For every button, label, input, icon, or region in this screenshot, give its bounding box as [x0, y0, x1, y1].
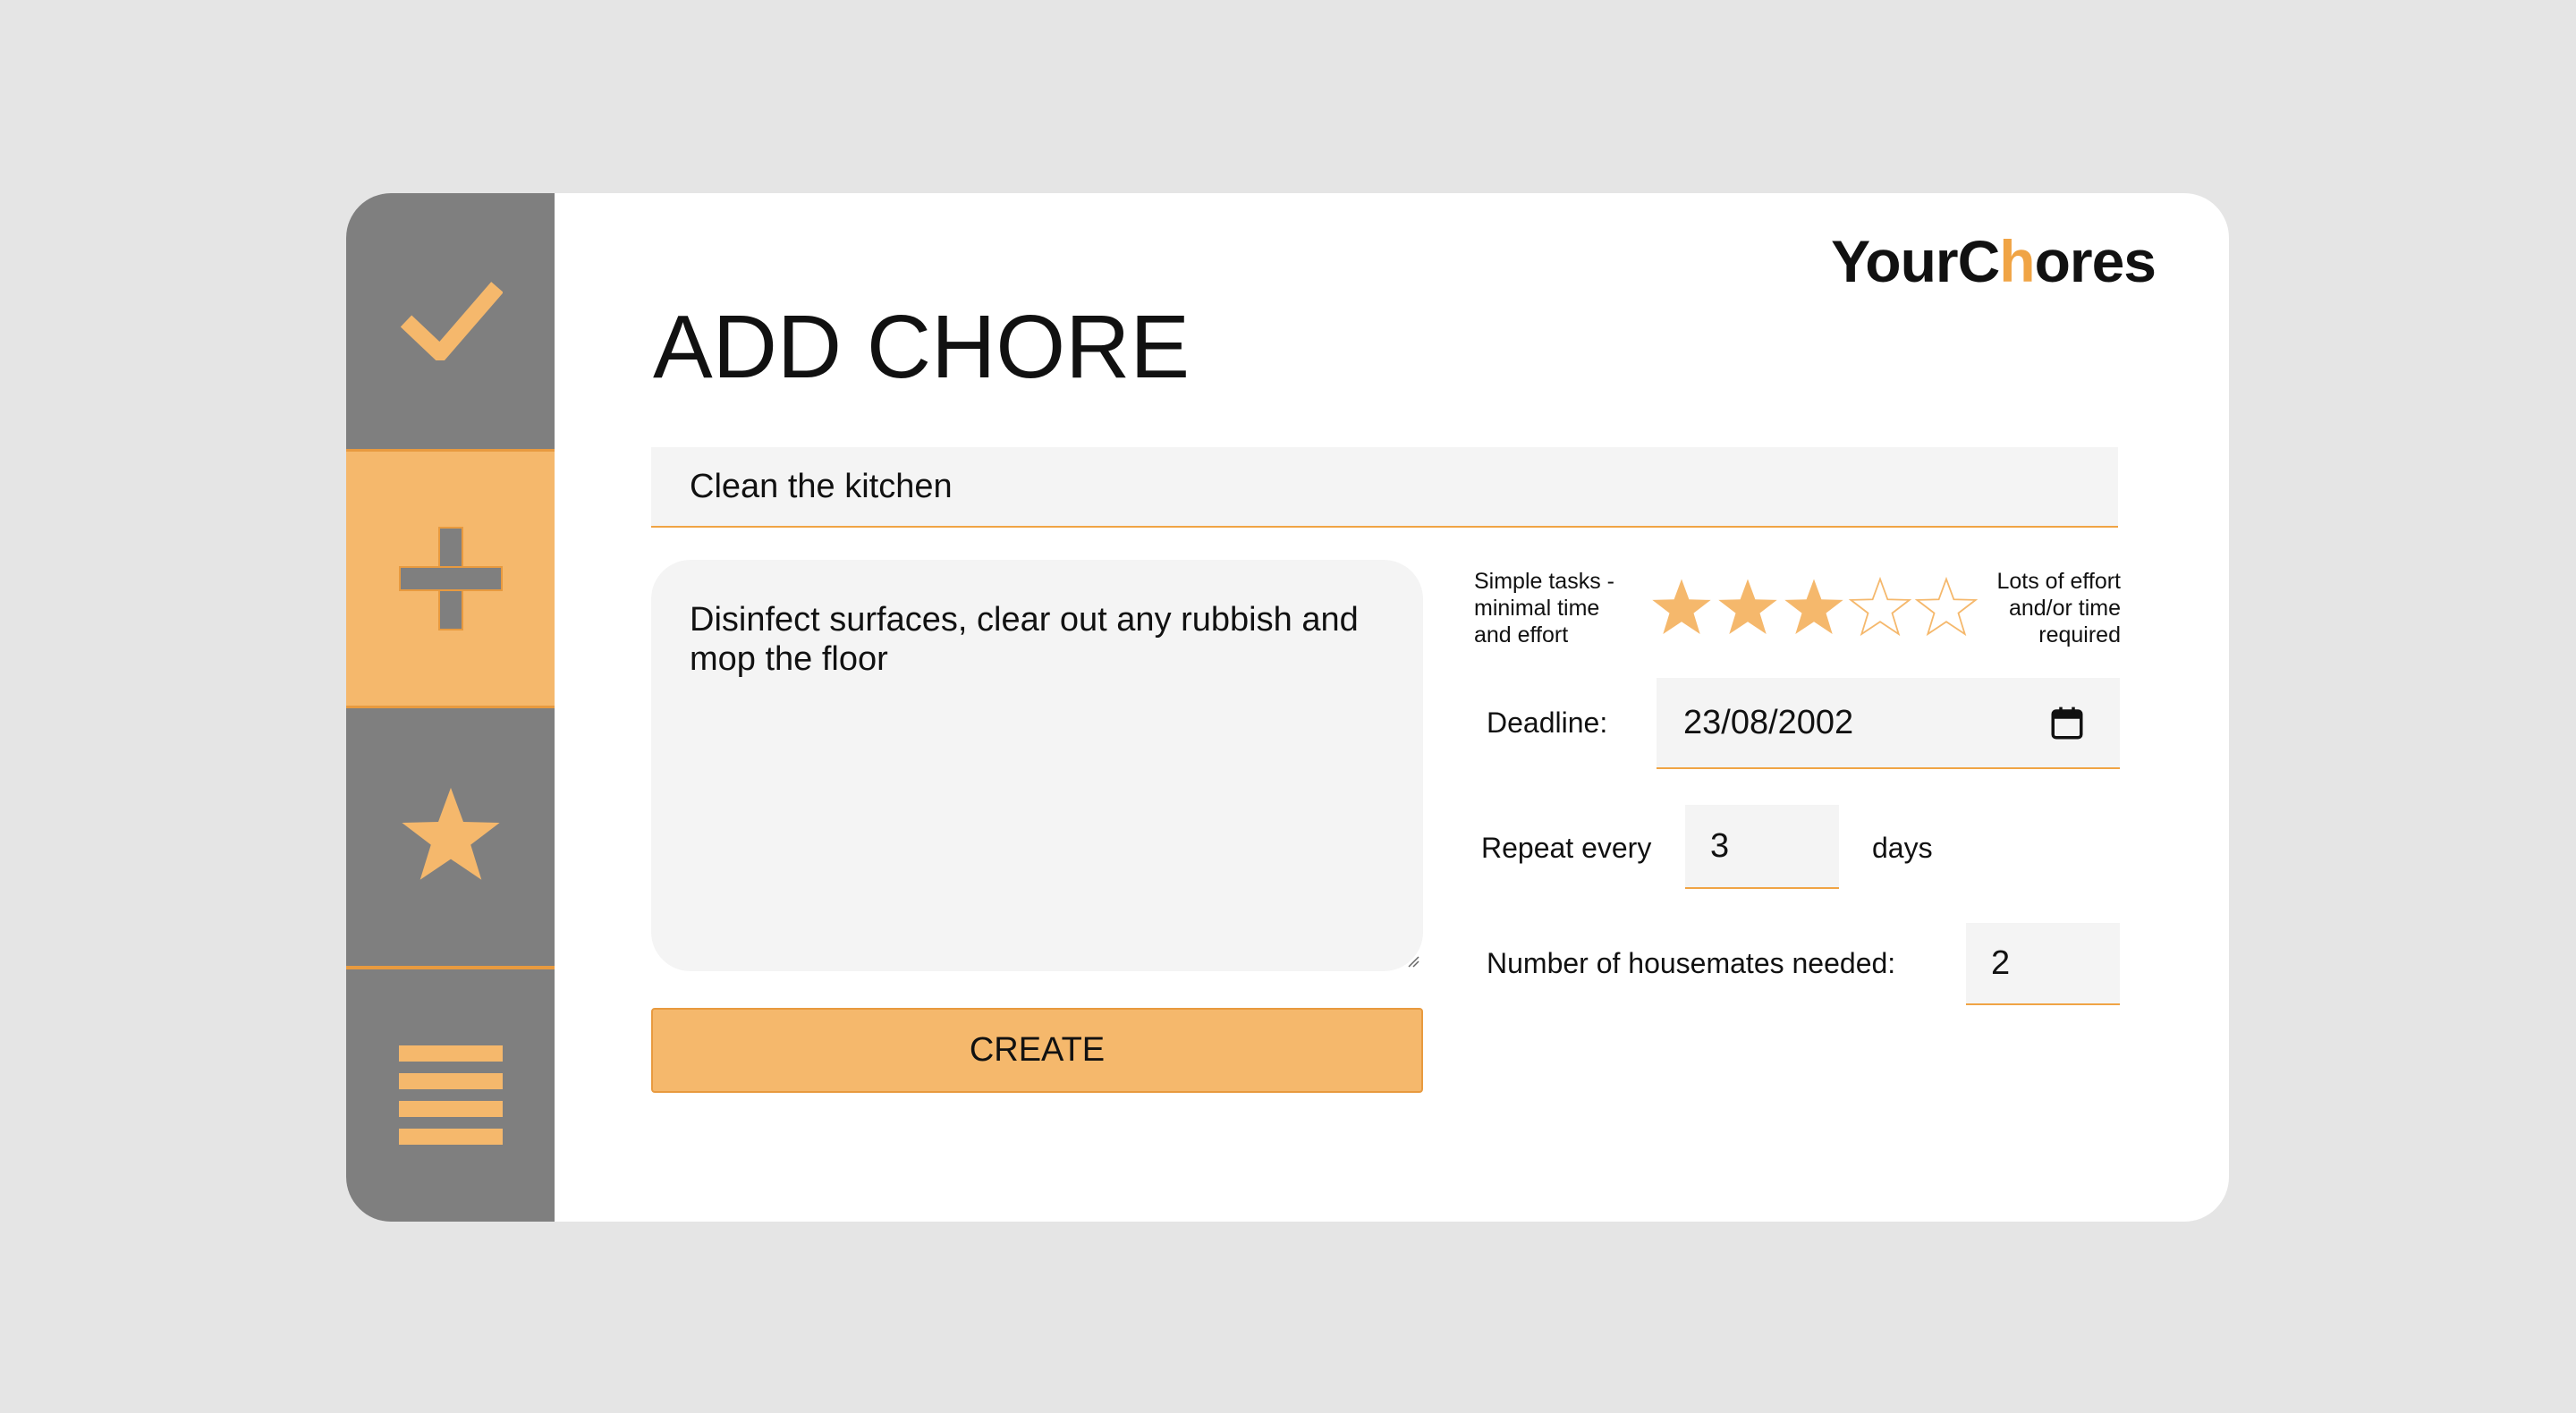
description-text: Disinfect surfaces, clear out any rubbis… [690, 601, 1359, 678]
deadline-date-input[interactable]: 23/08/2002 [1657, 678, 2120, 769]
star-filled-icon[interactable] [1649, 575, 1714, 639]
chore-description-textarea[interactable]: Disinfect surfaces, clear out any rubbis… [651, 560, 1423, 971]
star-empty-icon[interactable] [1848, 575, 1912, 639]
repeat-unit-label: days [1872, 832, 1933, 864]
resize-handle-icon[interactable] [1407, 955, 1419, 968]
chore-name-input[interactable]: Clean the kitchen [651, 447, 2118, 528]
sidebar-item-list[interactable] [346, 966, 555, 1222]
star-filled-icon[interactable] [1782, 575, 1846, 639]
sidebar-item-favourites[interactable] [346, 708, 555, 962]
star-filled-icon[interactable] [1716, 575, 1780, 639]
effort-rating[interactable] [1649, 575, 1979, 639]
deadline-value: 23/08/2002 [1683, 703, 1854, 741]
app-logo: YourChores [1831, 228, 2157, 294]
effort-low-label: Simple tasks - minimal time and effort [1474, 569, 1614, 647]
page-title: ADD CHORE [653, 297, 1191, 397]
star-icon [401, 787, 500, 880]
repeat-interval-input[interactable]: 3 [1685, 805, 1839, 889]
plus-icon [398, 527, 503, 630]
effort-high-label: Lots of effort and/or time required [1996, 569, 2121, 647]
sidebar-item-chores[interactable] [346, 193, 555, 446]
list-icon [398, 1045, 503, 1145]
housemates-input[interactable]: 2 [1966, 923, 2120, 1005]
check-icon [400, 281, 503, 360]
calendar-icon[interactable] [2048, 705, 2086, 742]
app-card: YourChores ADD CHORE Clean the kitchen D… [346, 193, 2229, 1222]
deadline-label: Deadline: [1487, 706, 1608, 739]
sidebar-item-add-chore[interactable] [346, 449, 555, 708]
sidebar [346, 193, 555, 1222]
housemates-label: Number of housemates needed: [1487, 947, 1896, 979]
repeat-label: Repeat every [1481, 832, 1652, 864]
create-button[interactable]: CREATE [651, 1008, 1423, 1093]
